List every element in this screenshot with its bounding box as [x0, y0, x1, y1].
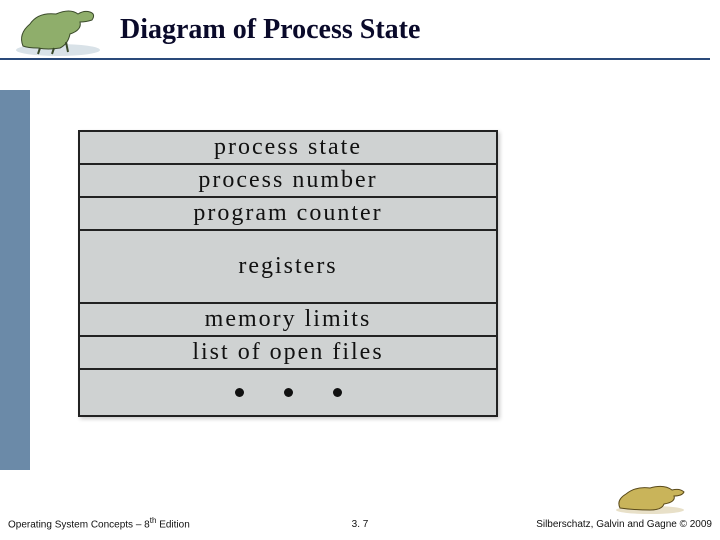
- pcb-row: memory limits: [80, 304, 496, 337]
- pcb-row: registers: [80, 231, 496, 304]
- pcb-row: program counter: [80, 198, 496, 231]
- pcb-row: process number: [80, 165, 496, 198]
- slide-header: Diagram of Process State: [0, 0, 720, 70]
- sidebar-accent: [0, 90, 30, 470]
- ellipsis-dot-icon: [284, 388, 293, 397]
- pcb-row: process state: [80, 132, 496, 165]
- ellipsis-dot-icon: [333, 388, 342, 397]
- slide: Diagram of Process State process statepr…: [0, 0, 720, 540]
- pcb-diagram: process stateprocess numberprogram count…: [78, 130, 498, 417]
- title-rule: [0, 58, 710, 60]
- footer-copyright: Silberschatz, Galvin and Gagne © 2009: [536, 519, 712, 530]
- page-title: Diagram of Process State: [120, 14, 420, 46]
- ellipsis-dot-icon: [235, 388, 244, 397]
- pcb-row: list of open files: [80, 337, 496, 370]
- dinosaur-logo-top: [8, 4, 108, 58]
- pcb-ellipsis-row: [80, 370, 496, 415]
- slide-footer: Operating System Concepts – 8th Edition …: [0, 506, 720, 536]
- pcb-box: process stateprocess numberprogram count…: [78, 130, 498, 417]
